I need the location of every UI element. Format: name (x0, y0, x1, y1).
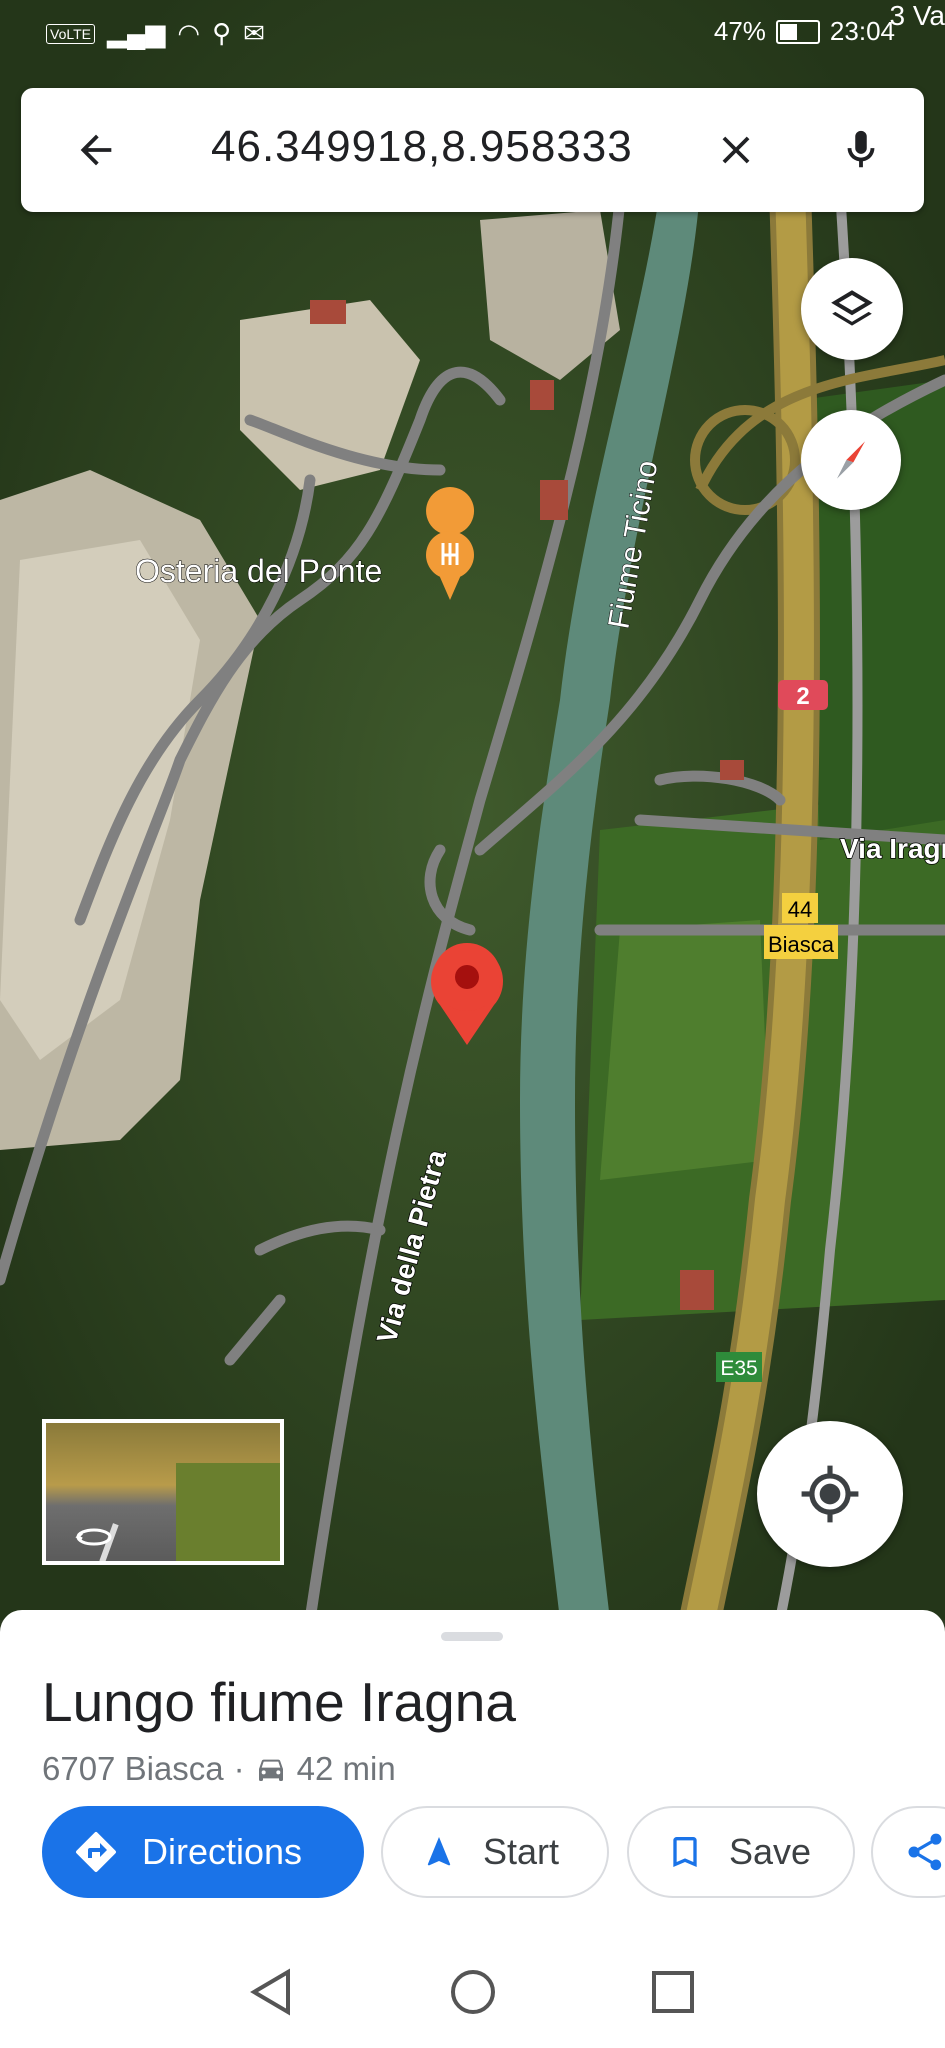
arrow-back-icon (80, 134, 112, 166)
recents-nav-icon[interactable] (651, 1970, 695, 2014)
drive-time: 42 min (296, 1750, 396, 1787)
sheet-handle[interactable] (441, 1632, 503, 1641)
route-shield-number: 2 (796, 683, 809, 710)
layers-icon (831, 290, 873, 326)
exit-name: Biasca (768, 932, 835, 957)
layers-button[interactable] (801, 258, 903, 360)
compass-icon (837, 441, 865, 479)
compass-button[interactable] (801, 410, 901, 510)
search-bar[interactable]: 46.349918,8.958333 (21, 88, 924, 212)
location-icon: ⚲ (212, 18, 232, 48)
mail-icon: ✉ (243, 18, 265, 48)
place-title: Lungo fiume Iragna (42, 1671, 516, 1733)
status-bar: VoLTE ▂▄▆ ◠ ⚲ ✉ 47% 23:04 3 Va (0, 0, 945, 70)
start-label: Start (483, 1831, 560, 1872)
share-button[interactable] (871, 1806, 945, 1898)
system-nav-bar (0, 1930, 945, 2048)
euro-route-sign: E35 (716, 1352, 762, 1382)
exit-number: 44 (788, 897, 812, 922)
volte-badge: VoLTE (46, 23, 95, 44)
battery-icon (775, 19, 820, 44)
place-address: 6707 Biasca (42, 1750, 224, 1787)
signal-icon: ▂▄▆ (107, 18, 166, 48)
corner-text: 3 Va (889, 0, 945, 31)
route-shield: 2 (778, 680, 828, 710)
directions-button[interactable]: Directions (42, 1806, 364, 1898)
share-icon (908, 1833, 942, 1871)
rotate-360-icon (75, 1528, 112, 1546)
directions-label: Directions (142, 1831, 303, 1872)
back-nav-icon[interactable] (248, 1968, 292, 2016)
back-button[interactable] (66, 120, 126, 180)
place-subtitle: 6707 Biasca · 42 min (42, 1750, 396, 1788)
street-view-thumbnail[interactable] (42, 1419, 284, 1565)
close-icon (722, 136, 750, 164)
search-query[interactable]: 46.349918,8.958333 (211, 122, 633, 172)
voice-search-button[interactable] (831, 120, 891, 180)
satellite-map[interactable]: Osteria del Ponte Fiume Ticino Via della… (0, 0, 945, 1620)
euro-route-label: E35 (720, 1357, 757, 1380)
separator-dot: · (233, 1750, 245, 1787)
clock: 23:04 (829, 16, 895, 46)
wifi-icon: ◠ (177, 18, 201, 48)
navigation-arrow-icon (427, 1837, 451, 1866)
street-label-east: Via Iragn (840, 833, 945, 864)
start-button[interactable]: Start (381, 1806, 609, 1898)
home-nav-icon[interactable] (449, 1968, 497, 2016)
save-label: Save (729, 1831, 812, 1872)
car-icon (258, 1759, 283, 1781)
battery-percent: 47% (713, 16, 766, 46)
clear-button[interactable] (706, 120, 766, 180)
my-location-button[interactable] (757, 1421, 903, 1567)
bookmark-icon (673, 1837, 697, 1867)
poi-label: Osteria del Ponte (135, 553, 382, 589)
save-button[interactable]: Save (627, 1806, 855, 1898)
directions-icon (76, 1832, 116, 1872)
my-location-icon (801, 1465, 859, 1523)
mic-icon (847, 130, 875, 168)
